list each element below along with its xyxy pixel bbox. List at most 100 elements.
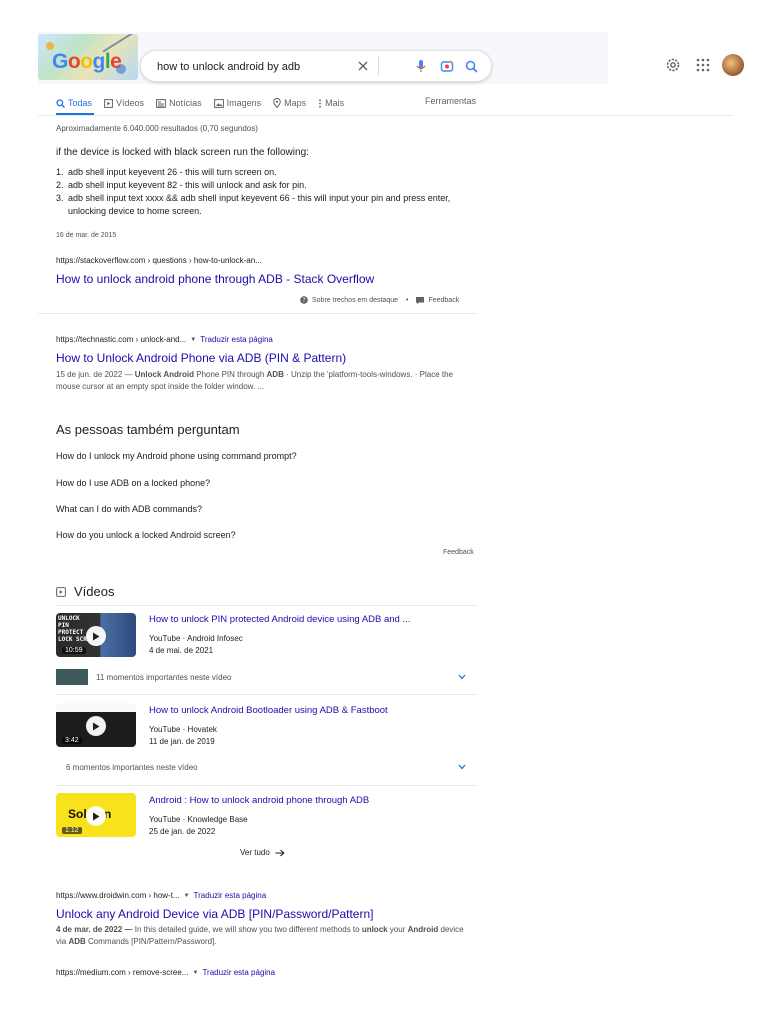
- video-source: YouTube · Android Infosec: [149, 634, 243, 643]
- featured-snippet-date: 16 de mar. de 2015: [56, 232, 117, 239]
- video-date: 11 de jan. de 2019: [149, 737, 215, 746]
- video-title-link[interactable]: How to unlock Android Bootloader using A…: [149, 705, 388, 716]
- snippet-highlight: Android: [407, 925, 439, 934]
- doodle-decoration: [46, 42, 54, 50]
- video-title-link[interactable]: Android : How to unlock android phone th…: [149, 795, 369, 806]
- caret-down-icon[interactable]: ▼: [184, 893, 190, 899]
- result-title-link[interactable]: How to unlock android phone through ADB …: [56, 272, 374, 286]
- snippet-text: your: [387, 925, 408, 934]
- separator-dot: •: [406, 296, 409, 304]
- video-icon: [104, 98, 113, 108]
- tab-videos[interactable]: Vídeos: [104, 96, 144, 110]
- help-icon: ?: [300, 296, 308, 304]
- paa-question[interactable]: What can I do with ADB commands?: [56, 504, 476, 514]
- result-title-link[interactable]: Unlock any Android Device via ADB [PIN/P…: [56, 907, 373, 921]
- search-box: [140, 50, 492, 82]
- snippet-text: Commands [PIN/Pattern/Password].: [85, 937, 217, 946]
- video-date: 4 de mai. de 2021: [149, 646, 214, 655]
- paa-question[interactable]: How do I use ADB on a locked phone?: [56, 478, 476, 488]
- tab-all[interactable]: Todas: [56, 96, 92, 110]
- feedback-link[interactable]: Feedback: [443, 549, 474, 556]
- result-stats: Aproximadamente 6.040.000 resultados (0,…: [56, 124, 258, 133]
- tab-label: Mais: [325, 98, 345, 108]
- divider: [56, 605, 478, 606]
- tab-label: Todas: [68, 98, 93, 108]
- more-vert-icon: [319, 98, 322, 108]
- apps-grid-icon[interactable]: [696, 58, 710, 72]
- feedback-link[interactable]: Feedback: [428, 297, 459, 304]
- result-url[interactable]: https://www.droidwin.com › how-t...: [56, 891, 180, 900]
- result-url-row: https://www.droidwin.com › how-t... ▼ Tr…: [56, 891, 266, 900]
- paa-question[interactable]: How do you unlock a locked Android scree…: [56, 530, 476, 540]
- microphone-icon[interactable]: [411, 56, 431, 76]
- see-all-videos-button[interactable]: Ver tudo: [240, 848, 285, 857]
- chevron-down-icon: [458, 764, 466, 770]
- key-moments-label: 11 momentos importantes neste vídeo: [96, 672, 232, 682]
- result-url[interactable]: https://medium.com › remove-scree...: [56, 968, 188, 977]
- video-thumbnail[interactable]: UNLOCK PIN PROTECT LOCK SCRE 10:59: [56, 613, 136, 657]
- feedback-icon: [416, 296, 425, 304]
- translate-link[interactable]: Traduzir esta página: [202, 968, 275, 977]
- key-moments-toggle[interactable]: 6 momentos importantes neste vídeo: [56, 759, 466, 775]
- tab-maps[interactable]: Maps: [273, 96, 306, 110]
- logo-text: Google: [52, 50, 122, 73]
- camera-lens-icon[interactable]: [437, 56, 457, 76]
- video-title-link[interactable]: How to unlock PIN protected Android devi…: [149, 614, 410, 625]
- video-thumbnail[interactable]: Sol ion 1:12: [56, 793, 136, 837]
- featured-snippet-list: 1. adb shell input keyevent 26 - this wil…: [56, 166, 476, 218]
- tab-news[interactable]: Notícias: [156, 96, 202, 110]
- search-tabs: Todas Vídeos Notícias Imagens Maps Mais: [56, 96, 356, 114]
- video-source: YouTube · Hovatek: [149, 725, 217, 734]
- divider: [56, 785, 478, 786]
- translate-link[interactable]: Traduzir esta página: [200, 335, 273, 344]
- translate-link[interactable]: Traduzir esta página: [194, 891, 267, 900]
- video-thumbnail[interactable]: 3:42: [56, 703, 136, 747]
- result-url-row: https://technastic.com › unlock-and... ▼…: [56, 335, 273, 344]
- snippet-text: In this detailed guide, we will show you…: [132, 925, 362, 934]
- google-doodle-logo[interactable]: Google: [38, 34, 138, 80]
- paa-question[interactable]: How do I unlock my Android phone using c…: [56, 451, 476, 461]
- result-title-link[interactable]: How to Unlock Android Phone via ADB (PIN…: [56, 351, 346, 365]
- video-source: YouTube · Knowledge Base: [149, 815, 248, 824]
- play-icon: [86, 716, 106, 736]
- clear-icon[interactable]: [353, 56, 373, 76]
- list-text: adb shell input keyevent 82 - this will …: [68, 180, 307, 190]
- arrow-right-icon: [275, 849, 285, 856]
- divider: [38, 313, 478, 314]
- tab-label: Maps: [284, 98, 307, 108]
- chevron-down-icon: [458, 674, 466, 680]
- map-pin-icon: [273, 98, 281, 108]
- list-number: 2.: [56, 180, 64, 190]
- see-all-label: Ver tudo: [240, 848, 270, 857]
- divider: [56, 694, 478, 695]
- result-snippet: 4 de mar. de 2022 — In this detailed gui…: [56, 924, 476, 948]
- result-snippet: 15 de jun. de 2022 — Unlock Android Phon…: [56, 369, 476, 393]
- tools-button[interactable]: Ferramentas: [425, 96, 476, 106]
- snippet-date: 4 de mar. de 2022 —: [56, 925, 133, 934]
- search-input[interactable]: [155, 57, 349, 77]
- list-item: 2. adb shell input keyevent 82 - this wil…: [56, 179, 476, 192]
- key-moments-toggle[interactable]: 11 momentos importantes neste vídeo: [56, 669, 466, 685]
- avatar[interactable]: [722, 54, 744, 76]
- tab-label: Vídeos: [116, 98, 145, 108]
- about-snippets-link[interactable]: Sobre trechos em destaque: [312, 297, 398, 304]
- tab-more[interactable]: Mais: [318, 96, 344, 110]
- svg-text:?: ?: [302, 297, 305, 304]
- video-duration: 1:12: [62, 827, 82, 834]
- result-url[interactable]: https://stackoverflow.com › questions › …: [56, 256, 262, 265]
- snippet-highlight: unlock: [361, 925, 388, 934]
- snippet-highlight: ADB: [68, 937, 86, 946]
- moment-thumbnail: [56, 669, 88, 685]
- search-icon[interactable]: [461, 56, 481, 76]
- snippet-highlight: ADB: [266, 370, 284, 379]
- caret-down-icon[interactable]: ▼: [192, 970, 198, 976]
- featured-snippet-heading: if the device is locked with black scree…: [56, 147, 309, 158]
- video-date: 25 de jan. de 2022: [149, 827, 216, 836]
- video-duration: 3:42: [62, 737, 82, 744]
- result-url[interactable]: https://technastic.com › unlock-and...: [56, 335, 186, 344]
- list-text: adb shell input keyevent 26 - this will …: [68, 167, 277, 177]
- tab-images[interactable]: Imagens: [213, 96, 261, 110]
- gear-icon[interactable]: [664, 56, 682, 74]
- search-divider: [378, 57, 379, 75]
- caret-down-icon[interactable]: ▼: [190, 337, 196, 343]
